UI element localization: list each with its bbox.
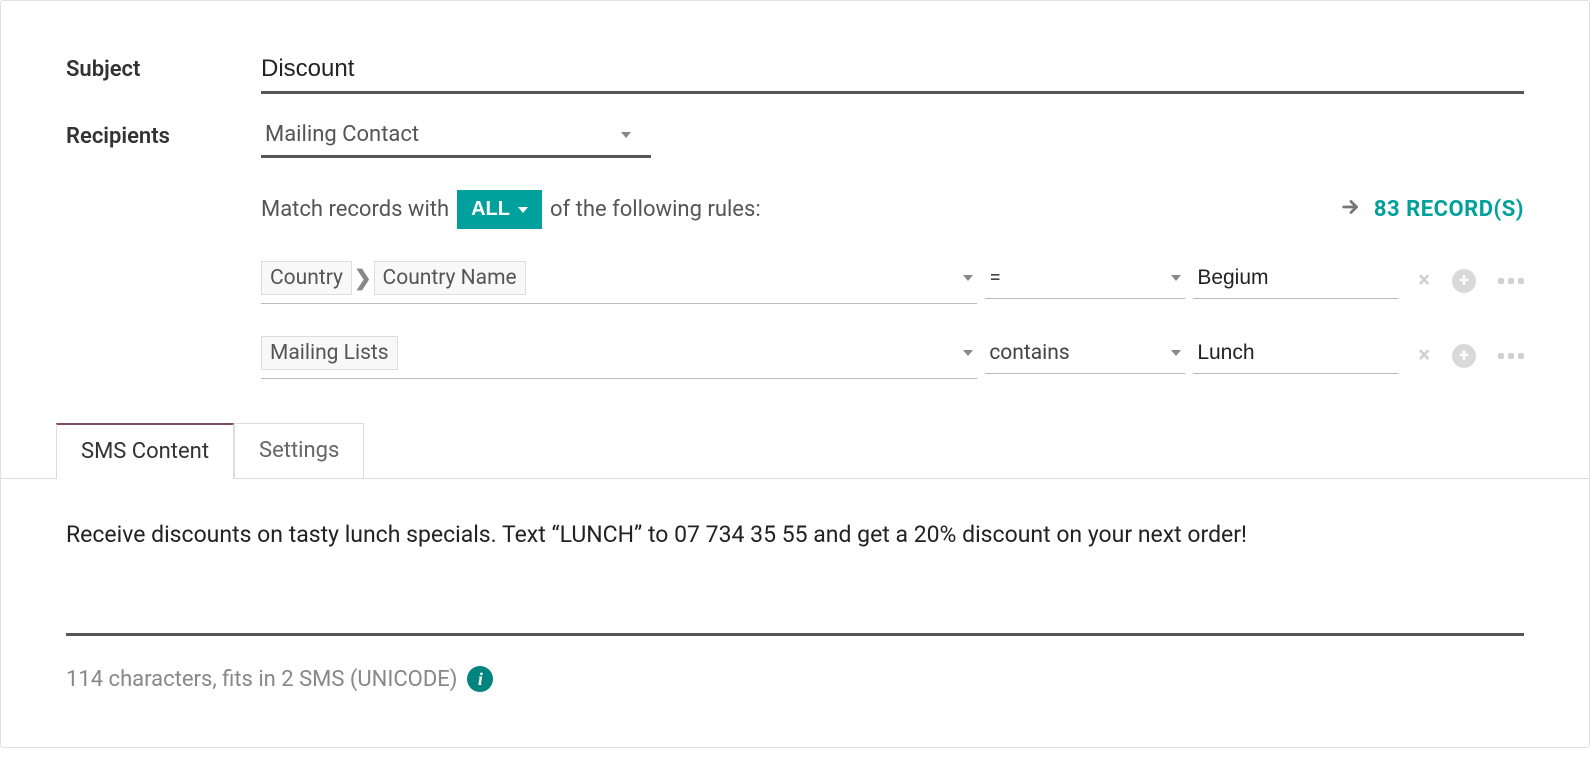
- subject-input[interactable]: [261, 51, 1524, 94]
- records-link: 83 RECORD(S): [1340, 196, 1524, 224]
- recipients-label: Recipients: [66, 118, 261, 149]
- close-icon[interactable]: ×: [1418, 268, 1430, 293]
- match-mode-button[interactable]: ALL: [457, 190, 542, 229]
- match-post-text: of the following rules:: [550, 197, 761, 222]
- chevron-down-icon: [1171, 350, 1181, 356]
- plus-icon[interactable]: +: [1452, 344, 1476, 368]
- rule-operator-select[interactable]: =: [985, 262, 1185, 299]
- chevron-down-icon: [621, 132, 631, 138]
- rule-value-input[interactable]: [1193, 337, 1398, 374]
- more-icon[interactable]: [1498, 278, 1524, 284]
- sms-summary-text: 114 characters, fits in 2 SMS (UNICODE): [66, 667, 457, 692]
- tab-panel-sms-content: 114 characters, fits in 2 SMS (UNICODE) …: [1, 478, 1589, 747]
- chevron-down-icon: [963, 275, 973, 281]
- arrow-right-icon: [1340, 196, 1362, 224]
- rule-value-input[interactable]: [1193, 262, 1398, 299]
- sms-summary: 114 characters, fits in 2 SMS (UNICODE) …: [66, 666, 1524, 692]
- match-mode-label: ALL: [471, 198, 510, 221]
- rule-field-select[interactable]: Mailing Lists: [261, 332, 977, 379]
- chevron-down-icon: [963, 350, 973, 356]
- form-area: Subject Recipients Mailing Contact Match…: [1, 1, 1589, 379]
- records-count[interactable]: 83 RECORD(S): [1374, 197, 1524, 222]
- rule-row: Mailing Lists contains × +: [261, 332, 1524, 379]
- operator-value: =: [989, 266, 1001, 290]
- subject-label: Subject: [66, 51, 261, 82]
- rule-actions: × +: [1418, 268, 1524, 293]
- form-panel: Subject Recipients Mailing Contact Match…: [0, 0, 1590, 748]
- recipients-value: Mailing Contact: [265, 122, 419, 147]
- rule-field-select[interactable]: Country ❯ Country Name: [261, 257, 977, 304]
- field-chip: Mailing Lists: [261, 336, 398, 370]
- sms-body-textarea[interactable]: [66, 519, 1524, 636]
- plus-icon[interactable]: +: [1452, 269, 1476, 293]
- field-chip: Country: [261, 261, 352, 295]
- recipients-select[interactable]: Mailing Contact: [261, 118, 651, 158]
- close-icon[interactable]: ×: [1418, 343, 1430, 368]
- recipients-column: Mailing Contact Match records with ALL o…: [261, 118, 1524, 379]
- rule-row: Country ❯ Country Name = × +: [261, 257, 1524, 304]
- chevron-down-icon: [518, 207, 528, 213]
- chevron-right-icon: ❯: [352, 266, 374, 291]
- rule-actions: × +: [1418, 343, 1524, 368]
- more-icon[interactable]: [1498, 353, 1524, 359]
- info-icon[interactable]: i: [467, 666, 493, 692]
- match-rule-header: Match records with ALL of the following …: [261, 190, 1524, 229]
- tab-sms-content[interactable]: SMS Content: [56, 423, 234, 478]
- tab-settings[interactable]: Settings: [234, 423, 364, 478]
- rule-operator-select[interactable]: contains: [985, 337, 1185, 374]
- match-pre-text: Match records with: [261, 197, 449, 222]
- tabs: SMS Content Settings: [56, 423, 1534, 478]
- recipients-row: Recipients Mailing Contact Match records…: [66, 118, 1524, 379]
- chevron-down-icon: [1171, 275, 1181, 281]
- field-chip: Country Name: [374, 261, 526, 295]
- subject-row: Subject: [66, 51, 1524, 94]
- operator-value: contains: [989, 341, 1069, 365]
